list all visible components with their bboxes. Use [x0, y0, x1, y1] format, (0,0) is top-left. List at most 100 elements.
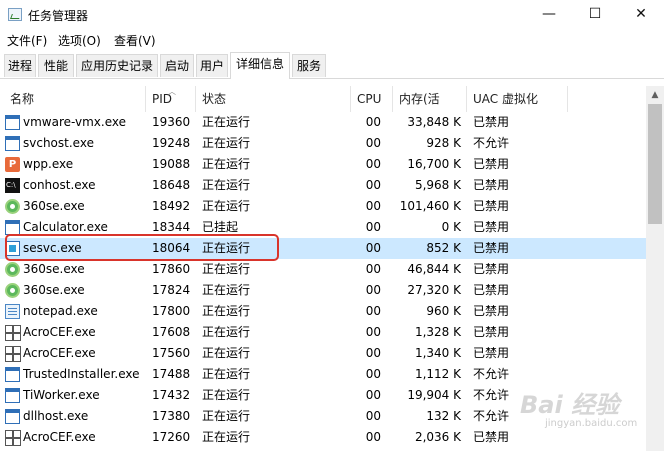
process-memory: 852 K [426, 241, 461, 255]
column-divider[interactable] [195, 86, 196, 112]
menu-options[interactable]: 选项(O) [58, 32, 101, 49]
table-row[interactable]: 360se.exe 18492 正在运行 00 101,460 K 已禁用 [0, 196, 646, 217]
table-row[interactable]: notepad.exe 17800 正在运行 00 960 K 已禁用 [0, 301, 646, 322]
title-bar: 任务管理器 — ☐ ✕ [0, 0, 664, 30]
process-pid: 17380 [152, 409, 191, 423]
menu-bar: 文件(F) 选项(O) 查看(V) [0, 30, 664, 50]
column-divider[interactable] [466, 86, 467, 112]
process-uac: 已禁用 [473, 241, 510, 255]
process-pid: 18648 [152, 178, 191, 192]
360-icon [5, 199, 20, 214]
process-pid: 17432 [152, 388, 191, 402]
process-cpu: 00 [365, 304, 381, 318]
process-pid: 17608 [152, 325, 191, 339]
process-uac: 已禁用 [473, 283, 510, 297]
process-memory: 16,700 K [407, 157, 461, 171]
tab-details[interactable]: 详细信息 [230, 52, 290, 79]
process-uac: 已禁用 [473, 157, 510, 171]
grid-icon [5, 325, 20, 340]
process-memory: 5,968 K [414, 178, 461, 192]
table-row[interactable]: AcroCEF.exe 17608 正在运行 00 1,328 K 已禁用 [0, 322, 646, 343]
table-row[interactable]: AcroCEF.exe 17560 正在运行 00 1,340 K 已禁用 [0, 343, 646, 364]
window-icon [5, 367, 20, 382]
process-name: 360se.exe [23, 262, 85, 276]
process-status: 正在运行 [202, 115, 251, 129]
process-cpu: 00 [365, 283, 381, 297]
table-row[interactable]: Pwpp.exe 19088 正在运行 00 16,700 K 已禁用 [0, 154, 646, 175]
console-icon: C:\ [5, 178, 20, 193]
process-status: 正在运行 [202, 346, 251, 360]
process-cpu: 00 [365, 115, 381, 129]
process-pid: 17860 [152, 262, 191, 276]
column-divider[interactable] [350, 86, 351, 112]
column-divider[interactable] [392, 86, 393, 112]
window-icon [5, 115, 20, 130]
process-pid: 18492 [152, 199, 191, 213]
tab-services[interactable]: 服务 [292, 54, 326, 77]
column-memory[interactable]: 内存(活动... [399, 86, 463, 112]
process-status: 正在运行 [202, 409, 251, 423]
column-divider[interactable] [145, 86, 146, 112]
process-cpu: 00 [365, 262, 381, 276]
process-pid: 17800 [152, 304, 191, 318]
tab-startup[interactable]: 启动 [160, 54, 194, 77]
table-row[interactable]: C:\ conhost.exe 18648 正在运行 00 5,968 K 已禁用 [0, 175, 646, 196]
scroll-up-arrow-icon[interactable]: ▲ [646, 86, 664, 104]
process-memory: 1,112 K [414, 367, 461, 381]
notepad-icon [5, 304, 20, 319]
360-icon [5, 283, 20, 298]
process-status: 正在运行 [202, 367, 251, 381]
table-row[interactable]: AcroCEF.exe 17260 正在运行 00 2,036 K 已禁用 [0, 427, 646, 448]
process-name: vmware-vmx.exe [23, 115, 127, 129]
process-uac: 已禁用 [473, 178, 510, 192]
process-cpu: 00 [365, 367, 381, 381]
highlight-box [5, 234, 279, 261]
process-memory: 27,320 K [407, 283, 461, 297]
grid-icon [5, 346, 20, 361]
tab-processes[interactable]: 进程 [4, 54, 36, 77]
process-uac: 已禁用 [473, 430, 510, 444]
process-cpu: 00 [365, 430, 381, 444]
column-divider[interactable] [567, 86, 568, 112]
window-icon [5, 136, 20, 151]
column-uac[interactable]: UAC 虚拟化 [473, 86, 573, 112]
vertical-scrollbar[interactable]: ▲ [646, 86, 664, 451]
minimize-button[interactable]: — [526, 0, 572, 30]
window-icon [5, 409, 20, 424]
ppt-icon: P [5, 157, 20, 172]
process-name: dllhost.exe [23, 409, 89, 423]
process-name: AcroCEF.exe [23, 346, 96, 360]
process-memory: 132 K [426, 409, 461, 423]
process-cpu: 00 [365, 325, 381, 339]
table-row[interactable]: 360se.exe 17860 正在运行 00 46,844 K 已禁用 [0, 259, 646, 280]
process-cpu: 00 [365, 346, 381, 360]
menu-view[interactable]: 查看(V) [114, 32, 156, 49]
tab-performance[interactable]: 性能 [38, 54, 74, 77]
process-pid: 19360 [152, 115, 191, 129]
tab-users[interactable]: 用户 [196, 54, 228, 77]
process-pid: 19248 [152, 136, 191, 150]
process-name: TrustedInstaller.exe [23, 367, 140, 381]
window-icon [5, 220, 20, 235]
column-status[interactable]: 状态 [202, 86, 342, 112]
process-status: 正在运行 [202, 199, 251, 213]
tab-app-history[interactable]: 应用历史记录 [76, 54, 158, 77]
process-status: 正在运行 [202, 178, 251, 192]
process-memory: 101,460 K [399, 199, 461, 213]
table-row[interactable]: svchost.exe 19248 正在运行 00 928 K 不允许 [0, 133, 646, 154]
column-cpu[interactable]: CPU [357, 86, 387, 112]
watermark-logo: Bai 经验 [520, 391, 620, 419]
process-pid: 19088 [152, 157, 191, 171]
task-manager-icon [8, 8, 22, 21]
menu-file[interactable]: 文件(F) [7, 32, 47, 49]
process-name: wpp.exe [23, 157, 74, 171]
process-cpu: 00 [365, 199, 381, 213]
maximize-button[interactable]: ☐ [572, 0, 618, 30]
table-row[interactable]: vmware-vmx.exe 19360 正在运行 00 33,848 K 已禁用 [0, 112, 646, 133]
close-button[interactable]: ✕ [618, 0, 664, 30]
process-status: 正在运行 [202, 262, 251, 276]
table-row[interactable]: 360se.exe 17824 正在运行 00 27,320 K 已禁用 [0, 280, 646, 301]
scrollbar-thumb[interactable] [648, 104, 662, 224]
column-name[interactable]: 名称 [10, 86, 140, 112]
table-row[interactable]: TrustedInstaller.exe 17488 正在运行 00 1,112 K 不允… [0, 364, 646, 385]
